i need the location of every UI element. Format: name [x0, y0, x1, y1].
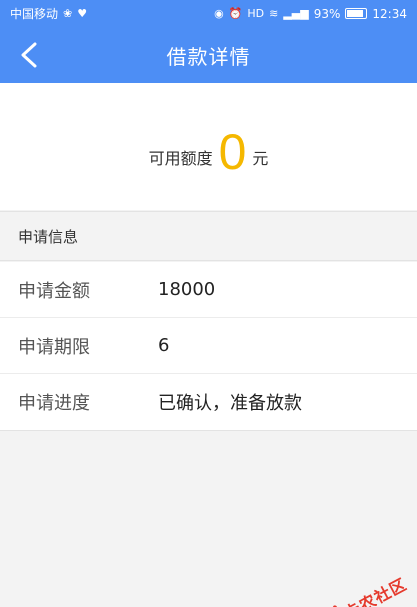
- carrier-name: 中国移动: [10, 7, 59, 21]
- status-right: ◉ ⏰ HD ≋ ▂▄▆ 93% 12:34: [214, 7, 407, 21]
- hd-icon: HD: [247, 7, 265, 20]
- watermark: 卡农社区: [317, 570, 411, 607]
- signal-icon: ▂▄▆: [283, 7, 309, 20]
- alarm-icon: ⏰: [228, 7, 243, 20]
- available-credit: 可用额度 0 元: [149, 127, 269, 177]
- battery-percent: 93%: [313, 6, 341, 21]
- info-value: 已确认，准备放款: [158, 393, 302, 414]
- info-row-term: 申请期限 6: [0, 318, 417, 374]
- wifi-icon: ≋: [269, 7, 279, 20]
- page-title: 借款详情: [166, 44, 251, 69]
- clock-time: 12:34: [372, 6, 407, 21]
- back-button[interactable]: [12, 37, 46, 73]
- available-credit-value: 0: [218, 123, 247, 180]
- location-icon: ◉: [214, 7, 224, 20]
- info-row-amount: 申请金额 18000: [0, 262, 417, 318]
- status-bar: 中国移动 ❀ ♥ ◉ ⏰ HD ≋ ▂▄▆ 93% 12:34: [0, 0, 417, 27]
- chevron-left-icon: [21, 42, 37, 68]
- message-notification-icon: ♥: [77, 7, 88, 20]
- info-key: 申请期限: [18, 336, 90, 358]
- info-value: 6: [158, 335, 170, 356]
- battery-icon: [345, 8, 368, 19]
- info-key: 申请进度: [18, 393, 90, 414]
- info-value: 18000: [158, 279, 216, 300]
- app-notification-icon: ❀: [63, 7, 73, 20]
- info-key: 申请金额: [18, 280, 90, 302]
- available-credit-unit: 元: [252, 148, 269, 168]
- application-info-list: 申请金额 18000 申请期限 6 申请进度 已确认，准备放款: [0, 262, 417, 431]
- available-credit-section: 可用额度 0 元: [0, 83, 417, 210]
- status-left: 中国移动 ❀ ♥: [10, 5, 87, 22]
- watermark-text: 卡农社区: [341, 574, 411, 607]
- available-credit-label: 可用额度: [148, 148, 213, 168]
- section-header-application-info: 申请信息: [0, 211, 417, 261]
- nav-header: 借款详情: [0, 27, 417, 83]
- info-row-progress: 申请进度 已确认，准备放款: [0, 374, 417, 430]
